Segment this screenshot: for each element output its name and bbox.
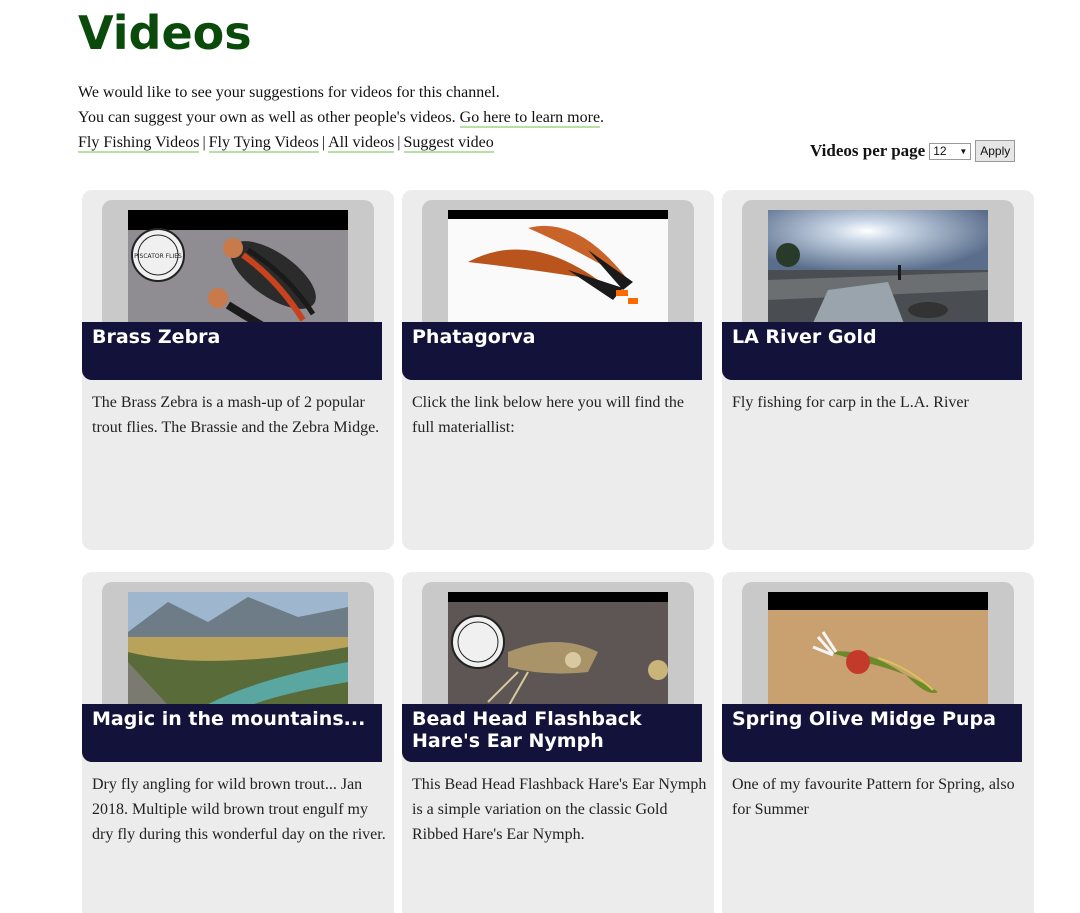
nav-fly-tying-videos[interactable]: Fly Tying Videos bbox=[208, 134, 319, 153]
intro-line-2: You can suggest your own as well as othe… bbox=[78, 105, 778, 130]
thumbnail-logo: PISCATOR FLIES bbox=[134, 253, 182, 260]
intro-period: . bbox=[600, 109, 605, 126]
video-description: One of my favourite Pattern for Spring, … bbox=[732, 776, 1015, 818]
learn-more-link[interactable]: Go here to learn more bbox=[459, 109, 601, 128]
video-description: This Bead Head Flashback Hare's Ear Nymp… bbox=[412, 776, 707, 843]
video-thumbnail-phatagorva[interactable] bbox=[448, 210, 668, 334]
page-title: Videos bbox=[78, 6, 252, 60]
video-thumbnail-magic-in-the-mountains[interactable] bbox=[128, 592, 348, 716]
video-title[interactable]: LA River Gold bbox=[722, 322, 1022, 380]
nav-all-videos[interactable]: All videos bbox=[328, 134, 395, 153]
video-thumbnail-brass-zebra[interactable]: PISCATOR FLIES bbox=[128, 210, 348, 334]
video-title[interactable]: Brass Zebra bbox=[82, 322, 382, 380]
nav-separator: | bbox=[202, 134, 206, 151]
video-card[interactable]: Bead Head Flashback Hare's Ear Nymph Thi… bbox=[402, 572, 714, 913]
video-title[interactable]: Bead Head Flashback Hare's Ear Nymph bbox=[402, 704, 702, 762]
video-description: The Brass Zebra is a mash-up of 2 popula… bbox=[92, 394, 380, 436]
channel-nav: Fly Fishing Videos | Fly Tying Videos | All … bbox=[78, 130, 778, 155]
video-title[interactable]: Magic in the mountains... bbox=[82, 704, 382, 762]
video-thumbnail-spring-olive-midge-pupa[interactable] bbox=[768, 592, 988, 716]
nav-separator: | bbox=[321, 134, 326, 151]
video-card[interactable]: PISCATOR FLIES Brass Zebra The Brass Zeb… bbox=[82, 190, 394, 550]
nav-separator: | bbox=[397, 134, 401, 151]
intro-line-1: We would like to see your suggestions fo… bbox=[78, 84, 500, 101]
video-card[interactable]: Phatagorva Click the link below here you… bbox=[402, 190, 714, 550]
video-card[interactable]: Spring Olive Midge Pupa One of my favour… bbox=[722, 572, 1034, 913]
video-title[interactable]: Phatagorva bbox=[402, 322, 702, 380]
video-card[interactable]: LA River Gold Fly fishing for carp in th… bbox=[722, 190, 1034, 550]
video-thumbnail-la-river-gold[interactable] bbox=[768, 210, 988, 334]
video-thumbnail-bead-head-flashback[interactable] bbox=[448, 592, 668, 716]
videos-per-page-value: 12 bbox=[933, 144, 947, 158]
video-description: Dry fly angling for wild brown trout... … bbox=[92, 776, 386, 843]
intro-text: We would like to see your suggestions fo… bbox=[78, 80, 778, 155]
video-description: Click the link below here you will find … bbox=[412, 394, 684, 436]
videos-per-page-label: Videos per page bbox=[810, 141, 926, 160]
apply-button[interactable]: Apply bbox=[975, 140, 1016, 162]
chevron-down-icon: ▼ bbox=[959, 146, 968, 156]
intro-line-2-text: You can suggest your own as well as othe… bbox=[78, 109, 456, 126]
nav-fly-fishing-videos[interactable]: Fly Fishing Videos bbox=[78, 134, 200, 153]
video-title[interactable]: Spring Olive Midge Pupa bbox=[722, 704, 1022, 762]
video-description: Fly fishing for carp in the L.A. River bbox=[732, 394, 969, 411]
videos-per-page-control: Videos per page 12 ▼ Apply bbox=[810, 140, 1016, 162]
nav-suggest-video[interactable]: Suggest video bbox=[403, 134, 494, 153]
videos-per-page-select[interactable]: 12 ▼ bbox=[929, 142, 972, 160]
video-card[interactable]: Magic in the mountains... Dry fly anglin… bbox=[82, 572, 394, 913]
